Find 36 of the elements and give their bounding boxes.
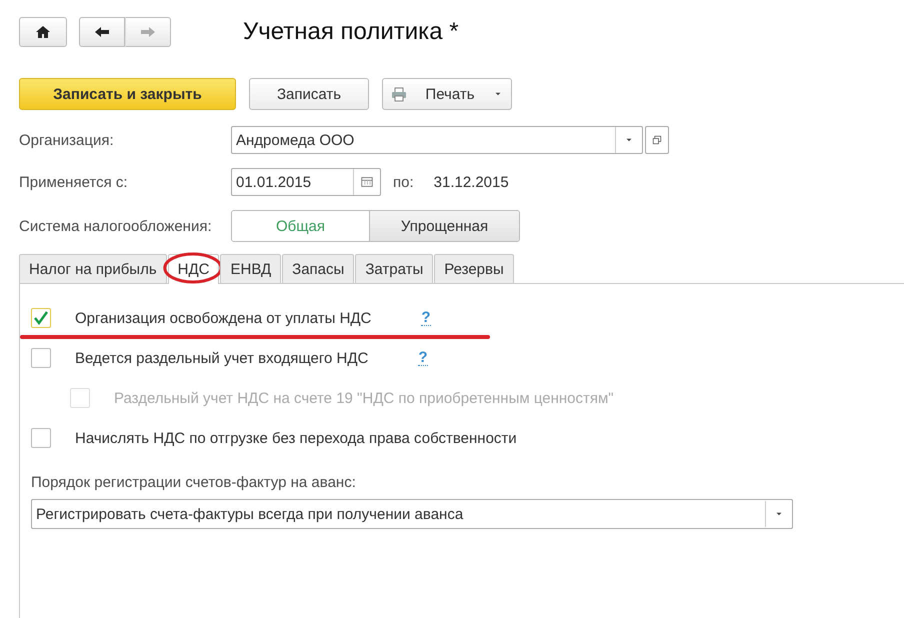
field-label: по:: [393, 174, 414, 190]
tab[interactable]: Резервы: [434, 254, 514, 283]
segment-button[interactable]: Упрощенная: [369, 211, 519, 241]
tab[interactable]: Запасы: [282, 254, 354, 283]
checkbox[interactable]: [31, 308, 51, 328]
option-label: Начислять НДС по отгрузке без перехода права собственности: [75, 430, 517, 446]
arrow-left-icon: [94, 24, 110, 40]
checkmark-icon: [33, 310, 49, 326]
checkbox[interactable]: [31, 348, 51, 368]
tab[interactable]: Затраты: [355, 254, 434, 283]
arrow-right-icon: [140, 24, 156, 40]
option-label: Ведется раздельный учет входящего НДС: [75, 350, 368, 366]
calendar-icon: [360, 175, 374, 189]
field-label: Порядок регистрации счетов-фактур на аванс:: [31, 474, 357, 491]
open-button[interactable]: [645, 126, 669, 154]
checkbox[interactable]: [31, 428, 51, 448]
option-label: Раздельный учет НДС на счете 19 "НДС по приобретенным ценностям": [114, 390, 614, 406]
tab[interactable]: ЕНВД: [220, 254, 282, 283]
print-button[interactable]: Печать: [382, 78, 512, 110]
home-icon: [35, 24, 51, 40]
field-label: Система налогообложения:: [19, 218, 213, 234]
organization-field[interactable]: Андромеда ООО: [231, 126, 643, 154]
field-label: Организация:: [19, 132, 115, 148]
printer-icon: [391, 86, 407, 102]
date-field[interactable]: 01.01.2015: [231, 168, 381, 196]
open-icon: [651, 134, 663, 146]
save-button[interactable]: Записать: [249, 78, 369, 110]
end-date: 31.12.2015: [434, 174, 509, 190]
window-title: Учетная политика *: [243, 18, 459, 46]
invoice-order-dropdown[interactable]: Регистрировать счета-фактуры всегда при получении аванса: [31, 499, 793, 529]
field-label: Применяется с:: [19, 174, 129, 190]
option-label: Организация освобождена от уплаты НДС: [75, 310, 372, 326]
tab[interactable]: Налог на прибыль: [19, 254, 167, 283]
home-button[interactable]: [19, 17, 67, 47]
save-and-close-button[interactable]: Записать и закрыть: [19, 78, 236, 110]
back-button[interactable]: [79, 17, 125, 47]
